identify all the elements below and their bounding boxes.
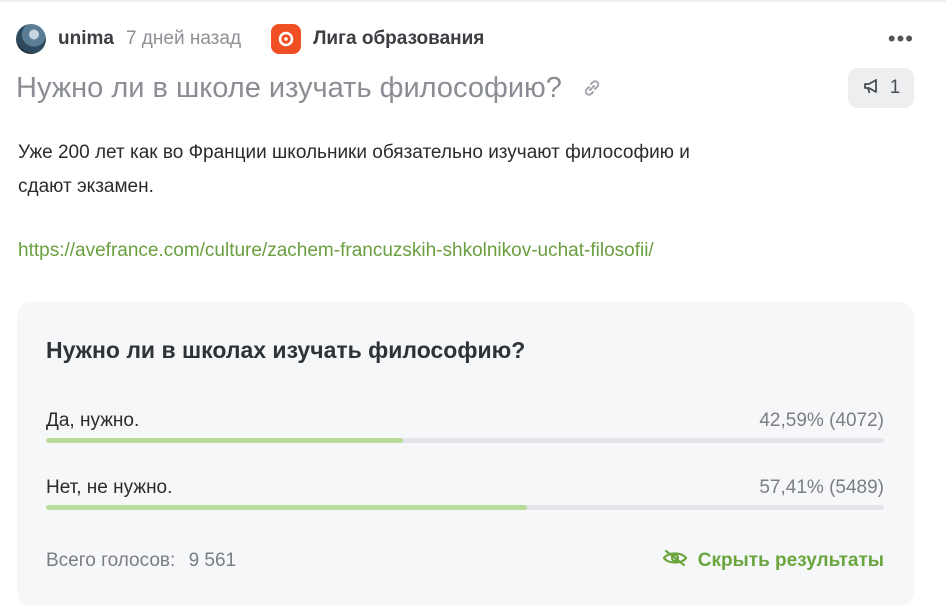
community-rating-button[interactable]: 1: [848, 68, 914, 108]
poll-option-label: Да, нужно.: [46, 410, 140, 431]
rating-count: 1: [889, 77, 901, 98]
more-dots-icon[interactable]: •••: [888, 28, 914, 50]
poll-progress-bar: [46, 505, 884, 510]
poll-progress-fill: [46, 438, 403, 443]
community-logo-icon[interactable]: [271, 24, 302, 54]
post-header: unima 7 дней назад Лига образования •••: [16, 22, 914, 56]
eye-off-icon: [662, 548, 688, 574]
poll-option[interactable]: Нет, не нужно. 57,41% (5489): [46, 477, 884, 510]
post-title[interactable]: Нужно ли в школе изучать философию?: [16, 72, 562, 105]
post-body: Уже 200 лет как во Франции школьники обя…: [18, 136, 798, 204]
poll-total: Всего голосов: 9 561: [46, 550, 236, 572]
hide-results-label: Скрыть результаты: [697, 550, 884, 571]
post-body-line: сдают экзамен.: [18, 176, 154, 197]
poll-option[interactable]: Да, нужно. 42,59% (4072): [46, 410, 884, 443]
title-row: Нужно ли в школе изучать философию? 1: [16, 66, 914, 110]
avatar[interactable]: [16, 24, 46, 54]
poll-total-value: 9 561: [188, 550, 237, 571]
community-name[interactable]: Лига образования: [313, 28, 484, 50]
poll-progress-bar: [46, 438, 884, 443]
link-icon[interactable]: [580, 76, 604, 100]
poll-option-label: Нет, не нужно.: [46, 477, 173, 498]
post-link[interactable]: https://avefrance.com/culture/zachem-fra…: [18, 240, 654, 262]
poll-option-stat: 42,59% (4072): [759, 410, 884, 431]
poll-total-label: Всего голосов:: [46, 550, 176, 571]
hide-results-button[interactable]: Скрыть результаты: [662, 548, 884, 574]
top-divider: [0, 0, 946, 2]
post-time[interactable]: 7 дней назад: [126, 28, 241, 50]
post-body-line: Уже 200 лет как во Франции школьники обя…: [18, 142, 690, 163]
poll-footer: Всего голосов: 9 561 Скрыть результаты: [46, 548, 884, 574]
poll-option-stat: 57,41% (5489): [759, 477, 884, 498]
poll-progress-fill: [46, 505, 528, 510]
megaphone-icon: [862, 76, 882, 101]
poll-card: Нужно ли в школах изучать философию? Да,…: [17, 302, 914, 606]
author-name[interactable]: unima: [58, 28, 114, 50]
poll-question: Нужно ли в школах изучать философию?: [46, 337, 526, 363]
